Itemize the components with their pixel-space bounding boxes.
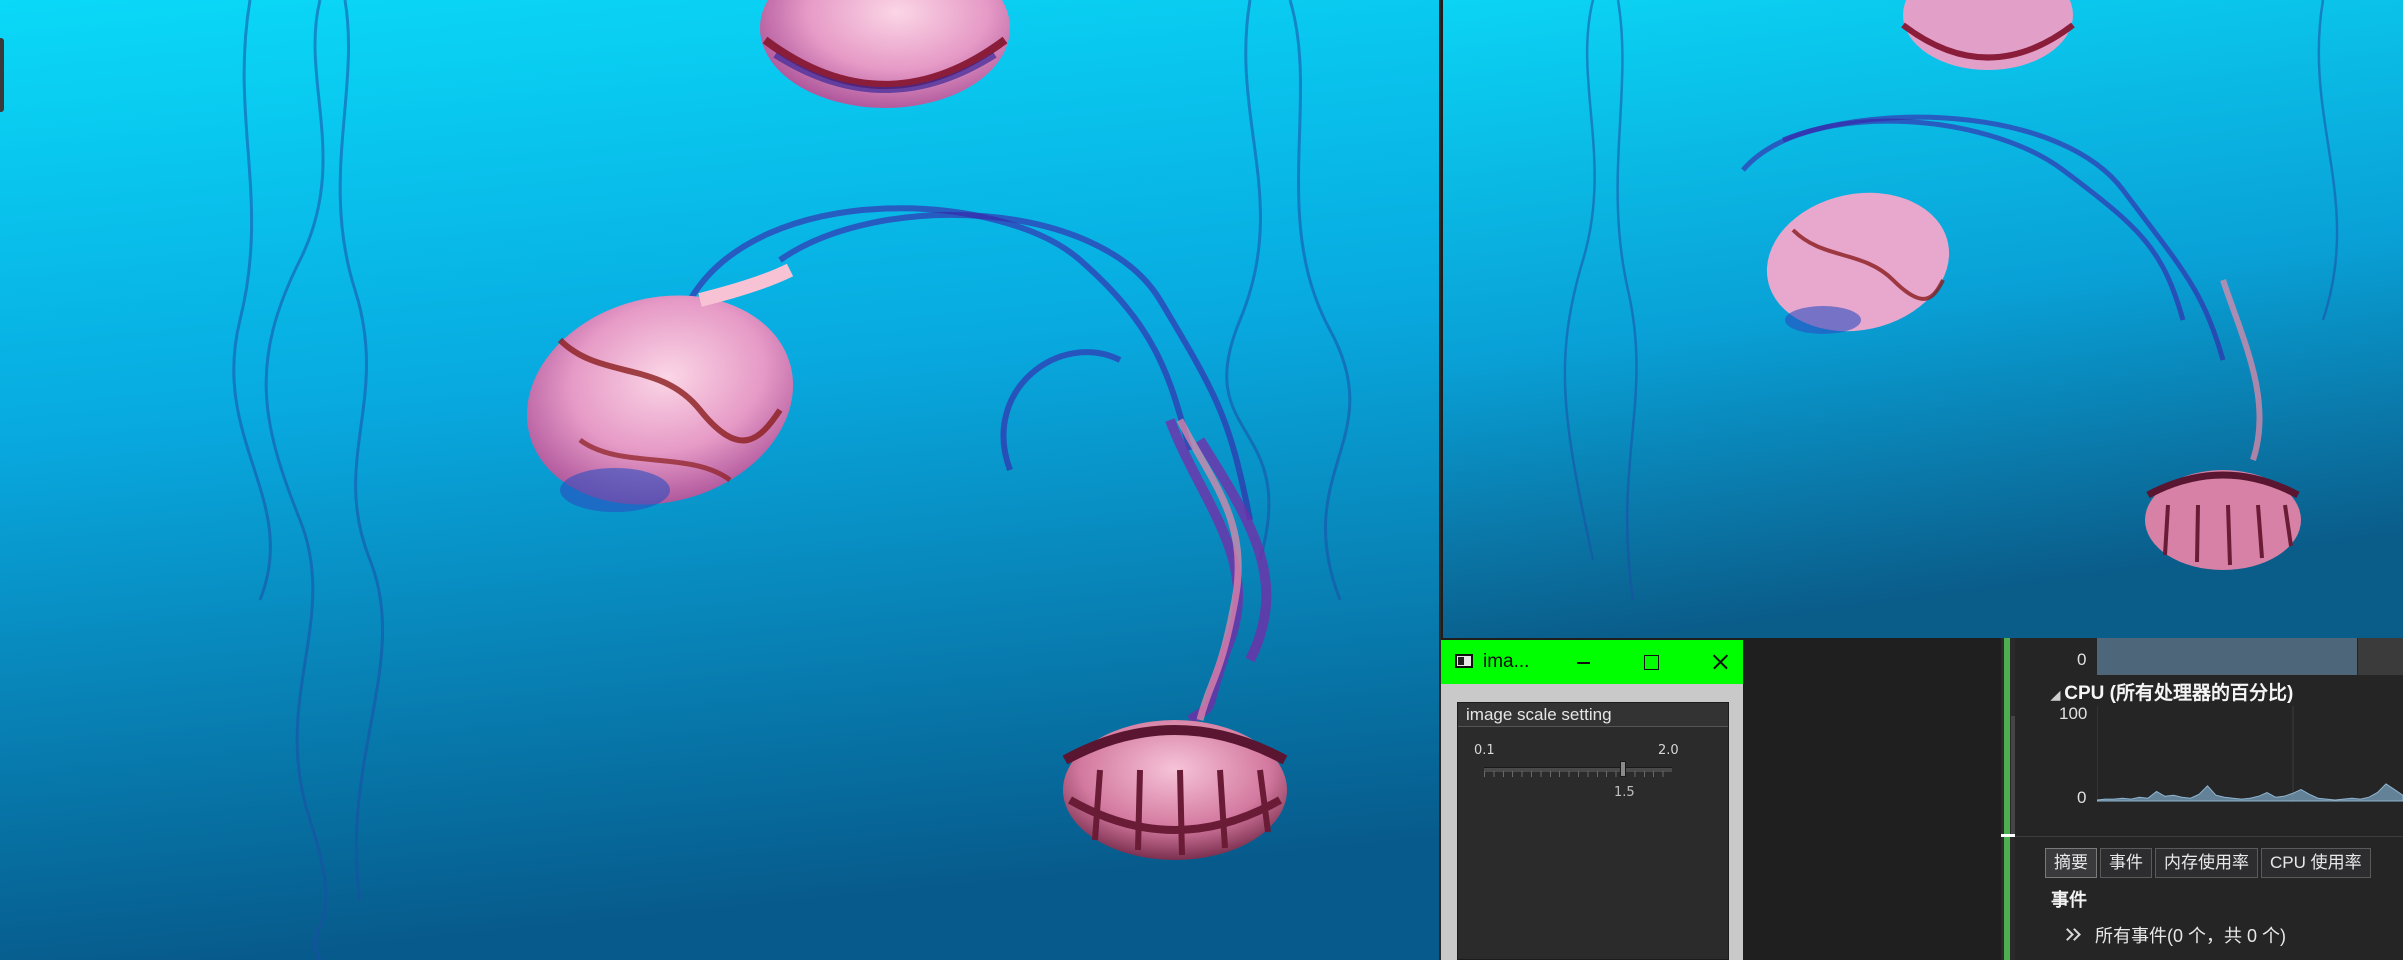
app-icon [1455, 654, 1473, 668]
maximize-icon[interactable] [1634, 646, 1668, 678]
events-heading: 事件 [2051, 890, 2087, 910]
tab-cpu-usage[interactable]: CPU 使用率 [2261, 848, 2371, 878]
window-title: ima... [1483, 651, 1530, 672]
diagnostic-tabs: 摘要 事件 内存使用率 CPU 使用率 [2045, 848, 2374, 878]
empty-dark-area [1743, 640, 2001, 960]
events-summary: 所有事件(0 个，共 0 个) [2095, 926, 2287, 946]
diagnostic-tools-panel: 0 ◢ CPU (所有处理器的百分比) 100 0 摘要 事件 内存使用率 CPU… [2015, 638, 2403, 960]
memory-axis-min: 0 [2077, 650, 2087, 669]
tab-events[interactable]: 事件 [2100, 848, 2152, 878]
scale-settings-panel: image scale setting 0.1 2.0 1.5 [1457, 702, 1729, 960]
active-indicator [2004, 638, 2010, 960]
events-chevron-icon [2061, 928, 2085, 942]
cpu-axis-min: 0 [2077, 788, 2087, 807]
window-titlebar[interactable]: ima... [1441, 640, 1743, 684]
section-divider [2015, 836, 2403, 837]
tab-memory-usage[interactable]: 内存使用率 [2155, 848, 2258, 878]
all-events-link[interactable]: 所有事件(0 个，共 0 个) [2061, 922, 2287, 948]
jellyfish-image-left [0, 0, 1439, 960]
panel-splitter[interactable] [2001, 638, 2031, 960]
tab-summary[interactable]: 摘要 [2045, 848, 2097, 878]
cpu-section-title: CPU (所有处理器的百分比) [2064, 683, 2294, 704]
collapse-triangle-icon[interactable]: ◢ [2051, 688, 2060, 702]
image-view-right [1443, 0, 2403, 638]
minimize-icon[interactable] [1566, 646, 1600, 678]
left-edge-tab[interactable] [0, 38, 4, 112]
close-icon[interactable] [1703, 646, 1737, 678]
slider-ticks [1484, 771, 1672, 777]
memory-bar-background [2358, 638, 2403, 675]
scale-slider-thumb[interactable] [1619, 761, 1626, 777]
slider-min-label: 0.1 [1474, 743, 1495, 758]
cpu-usage-chart [2097, 706, 2403, 802]
jellyfish-image-right [1443, 0, 2403, 638]
cpu-axis-max: 100 [2059, 704, 2088, 723]
slider-value-label: 1.5 [1614, 785, 1635, 800]
panel-title: image scale setting [1458, 703, 1728, 727]
cpu-section-header[interactable]: ◢ CPU (所有处理器的百分比) [2051, 678, 2293, 705]
memory-usage-bar [2097, 638, 2357, 675]
image-window[interactable]: ima... image scale setting 0.1 2.0 1.5 [1441, 640, 1743, 960]
image-view-left [0, 0, 1441, 960]
slider-max-label: 2.0 [1658, 743, 1679, 758]
